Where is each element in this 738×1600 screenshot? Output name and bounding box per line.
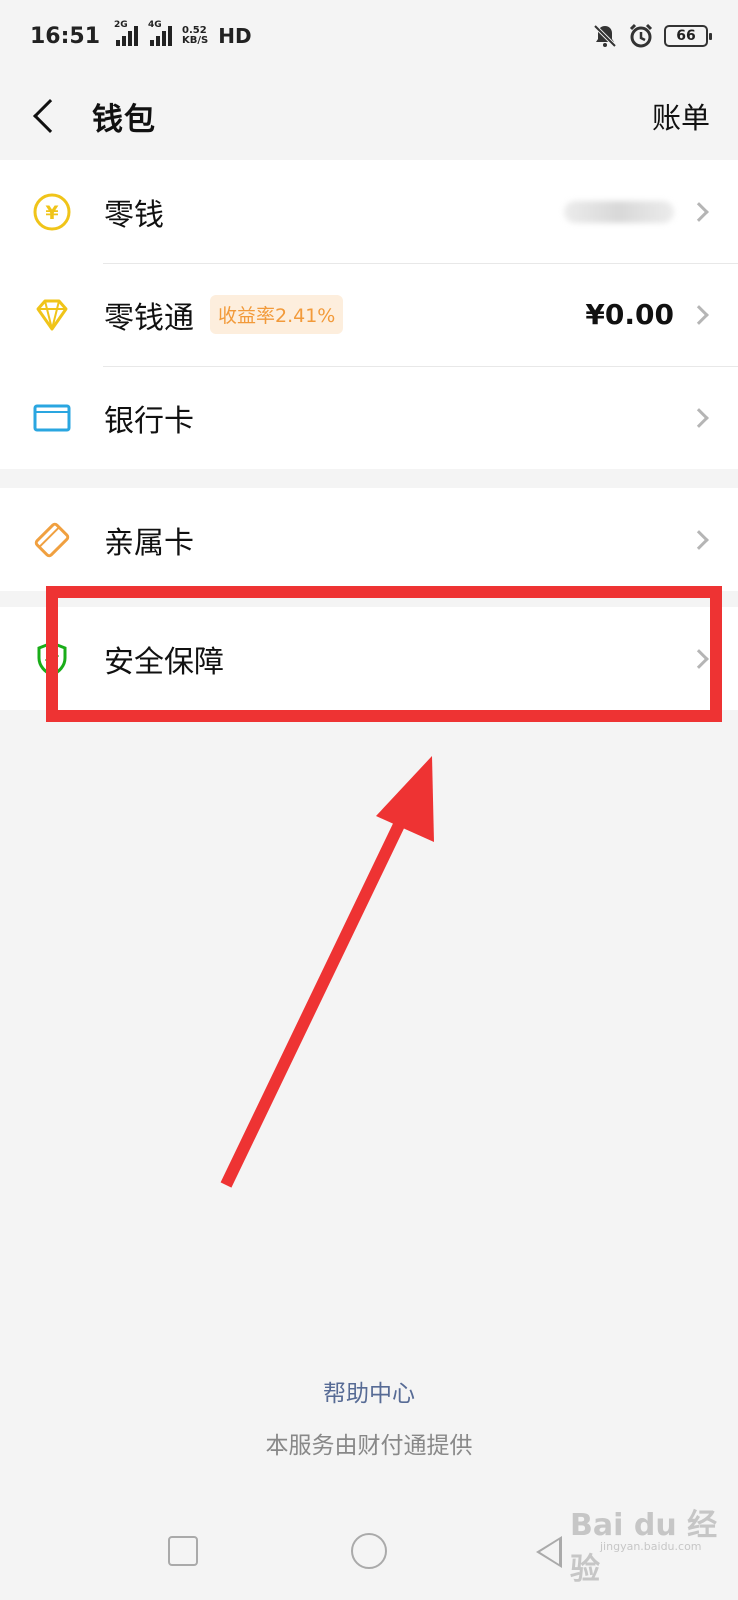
wallet-item-bank-card[interactable]: 银行卡: [0, 366, 738, 469]
wallet-item-label: 零钱: [104, 197, 164, 233]
chevron-right-icon: [689, 648, 709, 669]
back-arrow-icon[interactable]: [33, 99, 67, 133]
wallet-item-label: 零钱通: [104, 300, 194, 336]
alarm-icon: [629, 23, 653, 48]
battery-level: 66: [676, 28, 696, 44]
svg-text:¥: ¥: [45, 202, 58, 224]
chevron-right-icon: [689, 529, 709, 550]
balance-value-hidden: [564, 200, 674, 223]
family-card-item[interactable]: 亲属卡: [0, 488, 738, 591]
sim1-label: 2G: [114, 20, 128, 30]
back-triangle-icon[interactable]: [536, 1536, 562, 1568]
provider-text: 本服务由财付通提供: [265, 1433, 473, 1459]
net-speed-unit: KB/S: [182, 35, 209, 46]
family-card-group: 亲属卡: [0, 488, 738, 591]
home-button[interactable]: [351, 1533, 387, 1569]
family-card-label: 亲属卡: [104, 525, 194, 561]
top-nav-bar: 钱包 账单: [0, 72, 738, 160]
shield-icon: [32, 639, 72, 679]
hd-label: HD: [218, 24, 252, 48]
wallet-item-lingqiantong[interactable]: 零钱通 收益率2.41% ¥0.00: [0, 263, 738, 366]
help-center-link[interactable]: 帮助中心: [0, 1374, 738, 1408]
mute-bell-icon: [593, 24, 617, 48]
yield-rate-badge: 收益率2.41%: [210, 295, 344, 334]
yuan-coin-icon: ¥: [32, 192, 72, 232]
lingqiantong-balance: ¥0.00: [585, 298, 674, 331]
recent-apps-button[interactable]: [168, 1536, 198, 1566]
battery-icon: 66: [664, 25, 712, 47]
chevron-right-icon: [689, 201, 709, 222]
bill-button[interactable]: 账单: [652, 95, 710, 137]
diamond-icon: [32, 295, 72, 335]
bank-card-icon: [32, 398, 72, 438]
status-time: 16:51: [30, 23, 101, 49]
security-group: 安全保障: [0, 607, 738, 710]
wallet-item-change[interactable]: ¥ 零钱: [0, 160, 738, 263]
sim2-signal-icon: 4G: [148, 20, 173, 46]
sim1-signal-icon: 2G: [114, 20, 139, 46]
security-label: 安全保障: [104, 644, 224, 680]
family-card-icon: [32, 520, 72, 560]
watermark-sub: jingyan.baidu.com: [600, 1540, 702, 1553]
wallet-item-label: 银行卡: [104, 403, 194, 439]
page-title: 钱包: [92, 101, 156, 138]
net-speed: 0.52 KB/S: [182, 26, 208, 46]
chevron-right-icon: [689, 407, 709, 428]
chevron-right-icon: [689, 304, 709, 325]
sim2-label: 4G: [148, 20, 162, 30]
status-bar: 16:51 2G 4G 0.52 KB/S HD 66: [0, 0, 738, 72]
wallet-items-group: ¥ 零钱 零钱通 收益率2.41% ¥0.00 银行卡: [0, 160, 738, 469]
security-item[interactable]: 安全保障: [0, 607, 738, 710]
